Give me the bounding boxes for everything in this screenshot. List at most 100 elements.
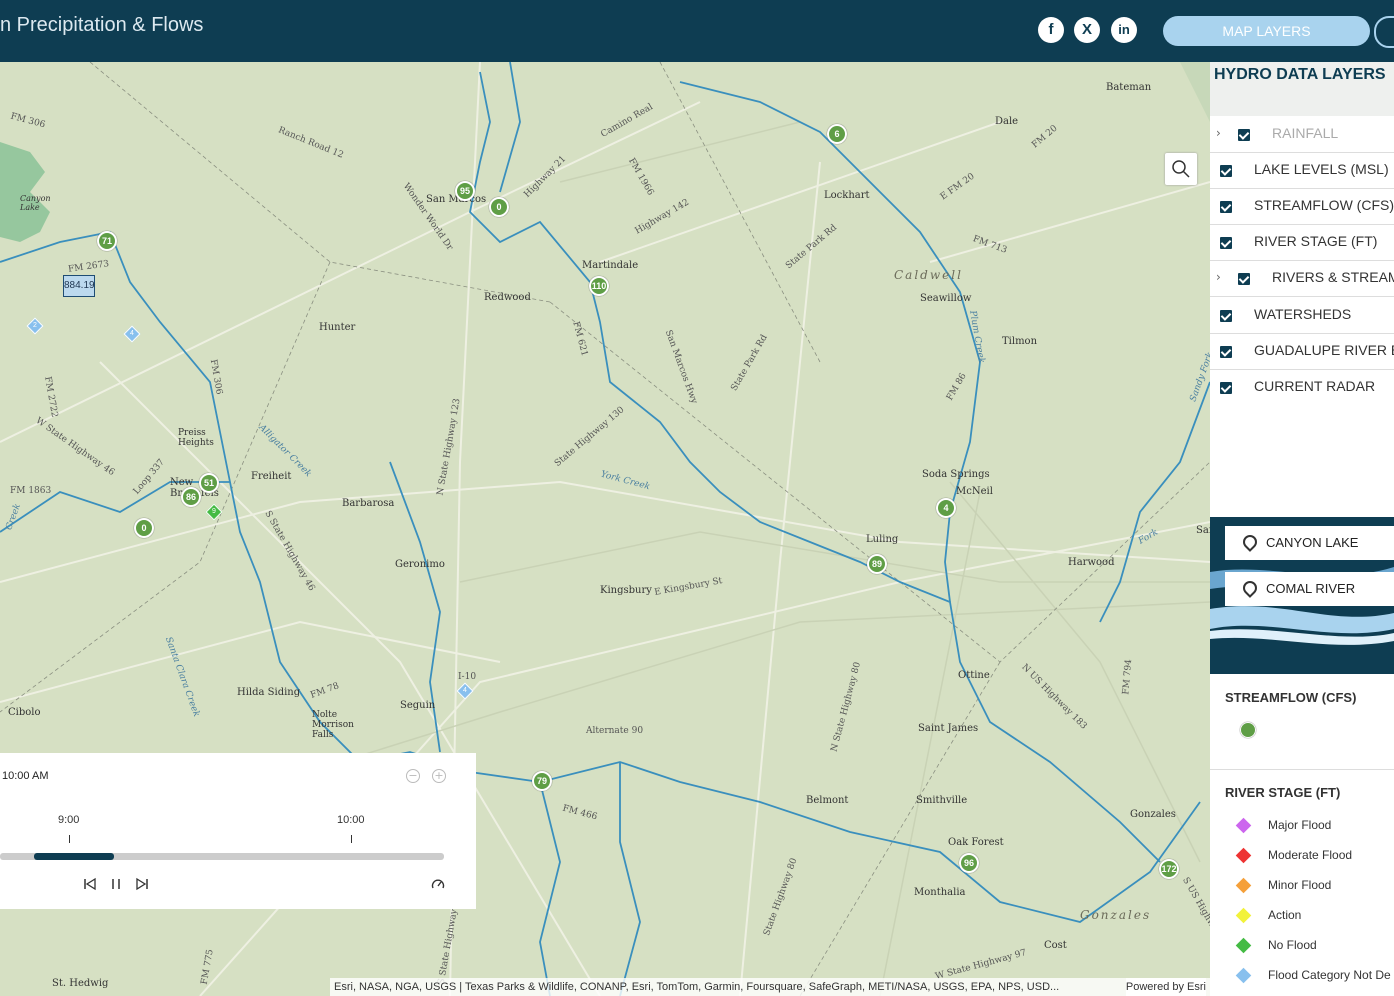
place-label: Seawillow: [920, 293, 972, 304]
place-label: Nolte Morrison Falls: [312, 710, 354, 740]
place-label: Freiheit: [251, 471, 292, 482]
layer-label: CURRENT RADAR: [1254, 378, 1376, 394]
layer-label: WATERSHEDS: [1254, 306, 1352, 322]
place-label: Lockhart: [824, 190, 870, 201]
layer-checkbox[interactable]: [1220, 382, 1232, 394]
legend-swatch: [1235, 907, 1252, 924]
streamflow-gauge[interactable]: 86: [181, 487, 201, 507]
layer-checkbox[interactable]: [1238, 129, 1250, 141]
place-label: Tilmon: [1002, 336, 1038, 347]
next-icon[interactable]: [135, 877, 149, 891]
chevron-right-icon[interactable]: ›: [1216, 126, 1221, 140]
layer-label: RIVER STAGE (FT): [1254, 233, 1378, 249]
place-label: Monthalia: [914, 887, 966, 898]
bookmark-label: CANYON LAKE: [1266, 535, 1359, 550]
x-icon[interactable]: X: [1074, 17, 1100, 43]
legend-label: Action: [1268, 908, 1302, 922]
powered-by-esri[interactable]: Powered by Esri: [1125, 978, 1206, 996]
streamflow-gauge[interactable]: 172: [1159, 859, 1179, 879]
map-search-button[interactable]: [1165, 153, 1197, 185]
layer-row-watersheds[interactable]: WATERSHEDS: [1210, 297, 1394, 334]
layer-label: RIVERS & STREAMS: [1272, 269, 1394, 285]
streamflow-gauge[interactable]: 110: [589, 276, 609, 296]
layer-row-guadalupe-basin[interactable]: GUADALUPE RIVER BA: [1210, 333, 1394, 370]
place-label: Harwood: [1068, 557, 1115, 568]
app-title: n Precipitation & Flows: [0, 14, 204, 36]
bookmark-canyon-lake[interactable]: CANYON LAKE: [1225, 526, 1394, 560]
legend-divider: [1210, 769, 1394, 770]
streamflow-gauge[interactable]: 4: [936, 498, 956, 518]
streamflow-gauge[interactable]: 51: [199, 473, 219, 493]
layer-row-current-radar[interactable]: CURRENT RADAR: [1210, 369, 1394, 405]
panel-title: HYDRO DATA LAYERS: [1214, 66, 1386, 83]
legend-swatch: [1235, 877, 1252, 894]
place-label: Saint James: [918, 723, 979, 734]
place-label: Ottine: [958, 670, 990, 681]
layer-label: STREAMFLOW (CFS): [1254, 197, 1394, 213]
map-layers-button[interactable]: MAP LAYERS: [1163, 16, 1370, 46]
place-label: Belmont: [806, 795, 849, 806]
tick-label: 10:00: [337, 814, 365, 826]
place-label: McNeil: [956, 486, 993, 497]
layer-checkbox[interactable]: [1220, 346, 1232, 358]
pause-icon[interactable]: [109, 877, 123, 891]
layer-row-lake-levels[interactable]: LAKE LEVELS (MSL): [1210, 152, 1394, 189]
time-slider-progress[interactable]: [34, 853, 114, 860]
place-label: Luling: [866, 534, 899, 545]
previous-icon[interactable]: [83, 877, 97, 891]
map-attribution: Esri, NASA, NGA, USGS | Texas Parks & Wi…: [330, 978, 1210, 996]
streamflow-gauge[interactable]: 0: [134, 518, 154, 538]
streamflow-gauge[interactable]: 79: [532, 771, 552, 791]
streamflow-gauge[interactable]: 95: [455, 181, 475, 201]
time-slider: 10:00 AM − + 9:00 10:00: [0, 753, 476, 909]
linkedin-icon[interactable]: in: [1111, 17, 1137, 43]
legend-label: Flood Category Not De: [1268, 968, 1391, 982]
zoom-in-icon[interactable]: +: [432, 769, 446, 783]
streamflow-gauge[interactable]: 89: [867, 554, 887, 574]
place-label: Dale: [995, 116, 1019, 127]
streamflow-gauge[interactable]: 0: [489, 197, 509, 217]
place-label: Redwood: [484, 292, 531, 303]
layer-label: LAKE LEVELS (MSL): [1254, 161, 1389, 177]
place-label: Hilda Siding: [237, 687, 301, 698]
layer-row-streamflow[interactable]: STREAMFLOW (CFS): [1210, 188, 1394, 225]
layer-checkbox[interactable]: [1220, 237, 1232, 249]
legend-label: No Flood: [1268, 938, 1317, 952]
place-label: Cibolo: [8, 707, 41, 718]
layer-checkbox[interactable]: [1220, 310, 1232, 322]
legend-streamflow-title: STREAMFLOW (CFS): [1225, 690, 1357, 705]
legend-swatch: [1235, 847, 1252, 864]
bookmarks-section: CANYON LAKE COMAL RIVER: [1210, 517, 1394, 674]
place-label: Canyon Lake: [20, 194, 51, 212]
layer-label: RAINFALL: [1272, 125, 1339, 141]
bookmark-comal-river[interactable]: COMAL RIVER: [1225, 572, 1394, 606]
tick-mark: [69, 835, 70, 843]
streamflow-gauge[interactable]: 71: [97, 231, 117, 251]
speed-icon[interactable]: [431, 877, 445, 891]
layer-row-rainfall[interactable]: › RAINFALL: [1210, 116, 1394, 153]
place-label: Soda Springs: [922, 469, 990, 480]
road-label: Alternate 90: [586, 726, 644, 736]
place-label: Kingsbury: [600, 585, 652, 596]
legend-label: Major Flood: [1268, 818, 1332, 832]
place-label: Oak Forest: [948, 837, 1004, 848]
place-label: Cost: [1044, 940, 1067, 951]
layer-checkbox[interactable]: [1238, 273, 1250, 285]
streamflow-gauge[interactable]: 6: [827, 124, 847, 144]
chevron-right-icon[interactable]: ›: [1216, 270, 1221, 284]
search-icon: [1172, 160, 1190, 178]
layer-row-rivers-streams[interactable]: › RIVERS & STREAMS: [1210, 260, 1394, 297]
facebook-icon[interactable]: f: [1038, 17, 1064, 43]
legend-label: Minor Flood: [1268, 878, 1332, 892]
zoom-out-icon[interactable]: −: [406, 769, 420, 783]
place-label: Smithville: [916, 795, 968, 806]
county-label: Caldwell: [894, 268, 963, 282]
streamflow-gauge[interactable]: 96: [959, 853, 979, 873]
lake-level-marker[interactable]: 884.19: [63, 275, 95, 297]
layer-checkbox[interactable]: [1220, 165, 1232, 177]
layer-label: GUADALUPE RIVER BA: [1254, 342, 1394, 358]
header-secondary-button[interactable]: [1374, 16, 1394, 48]
layer-row-river-stage[interactable]: RIVER STAGE (FT): [1210, 224, 1394, 261]
streamflow-legend-symbol: [1240, 722, 1256, 738]
layer-checkbox[interactable]: [1220, 201, 1232, 213]
